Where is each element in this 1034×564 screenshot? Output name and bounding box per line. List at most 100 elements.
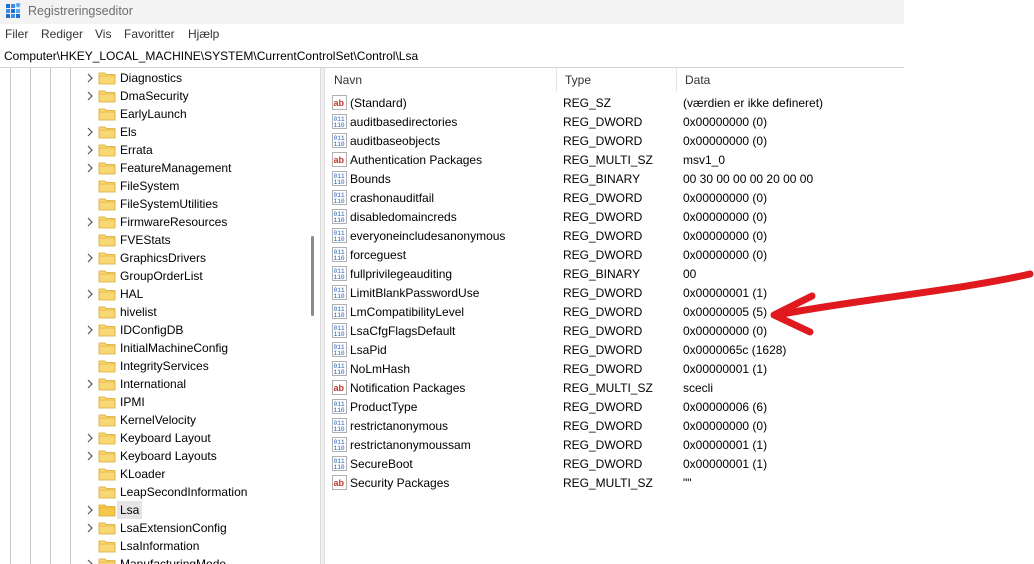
tree-item[interactable]: HAL [0,285,305,303]
tree-item-label: International [120,377,187,391]
tree-item[interactable]: hivelist [0,303,305,321]
tree-item[interactable]: Els [0,123,305,141]
tree-item[interactable]: Keyboard Layout [0,429,305,447]
chevron-right-icon[interactable] [84,504,96,516]
tree-item[interactable]: LsaExtensionConfig [0,519,305,537]
value-row[interactable]: 011 110 auditbasedirectories REG_DWORD 0x000… [326,112,904,131]
menu-help[interactable]: Hjælp [188,27,219,41]
folder-icon [98,162,116,175]
value-name: (Standard) [350,96,407,110]
tree-item[interactable]: FirmwareResources [0,213,305,231]
value-row[interactable]: 011 110 NoLmHash REG_DWORD 0x00000001 (1) [326,359,904,378]
tree-item[interactable]: IDConfigDB [0,321,305,339]
address-bar[interactable]: Computer\HKEY_LOCAL_MACHINE\SYSTEM\Curre… [0,46,904,68]
folder-icon [98,144,116,157]
chevron-right-icon[interactable] [84,72,96,84]
menu-file[interactable]: Filer [5,27,28,41]
value-data: scecli [683,381,714,395]
string-value-icon: ab [332,152,347,167]
value-row[interactable]: 011 110 disabledomaincreds REG_DWORD 0x00000… [326,207,904,226]
value-name: LmCompatibilityLevel [350,305,465,319]
tree-item[interactable]: Diagnostics [0,69,305,87]
value-row[interactable]: 011 110 everyoneincludesanonymous REG_DWORD… [326,226,904,245]
tree-item[interactable]: EarlyLaunch [0,105,305,123]
folder-icon [98,396,116,409]
value-row[interactable]: 011 110 auditbaseobjects REG_DWORD 0x0000000… [326,131,904,150]
tree-item[interactable]: KLoader [0,465,305,483]
folder-icon [98,450,116,463]
chevron-right-icon[interactable] [84,378,96,390]
tree-item[interactable]: FileSystem [0,177,305,195]
tree-item[interactable]: KernelVelocity [0,411,305,429]
tree-item[interactable]: FeatureManagement [0,159,305,177]
key-tree-pane[interactable]: Diagnostics DmaSecurity EarlyLaunch Els Erra… [0,68,320,564]
menu-edit[interactable]: Rediger [41,27,83,41]
tree-item[interactable]: FileSystemUtilities [0,195,305,213]
folder-icon [98,180,116,193]
svg-text:110: 110 [334,312,345,319]
value-row[interactable]: 011 110 ProductType REG_DWORD 0x00000006 (6) [326,397,904,416]
tree-item-label: KLoader [120,467,166,481]
chevron-right-icon[interactable] [84,162,96,174]
svg-text:110: 110 [334,255,345,262]
value-data: 0x0000065c (1628) [683,343,787,357]
column-header-name[interactable]: Navn [326,68,557,92]
tree-item[interactable]: Errata [0,141,305,159]
column-header-type[interactable]: Type [557,68,677,92]
folder-icon [98,540,116,553]
column-header-data[interactable]: Data [677,68,904,92]
tree-item-label: FeatureManagement [120,161,232,175]
chevron-right-icon[interactable] [84,252,96,264]
tree-item[interactable]: LsaInformation [0,537,305,555]
chevron-right-icon[interactable] [84,288,96,300]
tree-item-label: FVEStats [120,233,171,247]
tree-item[interactable]: LeapSecondInformation [0,483,305,501]
svg-text:110: 110 [334,236,345,243]
value-row[interactable]: 011 110 crashonauditfail REG_DWORD 0x0000000… [326,188,904,207]
tree-item[interactable]: ManufacturingMode [0,555,305,564]
tree-item[interactable]: DmaSecurity [0,87,305,105]
tree-item[interactable]: IntegrityServices [0,357,305,375]
chevron-right-icon[interactable] [84,126,96,138]
value-row[interactable]: ab Notification Packages REG_MULTI_SZ scecl… [326,378,904,397]
menu-view[interactable]: Vis [95,27,111,41]
chevron-right-icon[interactable] [84,450,96,462]
tree-item[interactable]: GroupOrderList [0,267,305,285]
chevron-right-icon[interactable] [84,432,96,444]
value-row[interactable]: ab (Standard) REG_SZ (værdien er ikke defin… [326,93,904,112]
pane-splitter[interactable] [320,68,325,564]
tree-item[interactable]: GraphicsDrivers [0,249,305,267]
string-value-icon: ab [332,475,347,490]
chevron-right-icon[interactable] [84,324,96,336]
chevron-right-icon[interactable] [84,90,96,102]
value-data: 0x00000000 (0) [683,115,768,129]
binary-value-icon: 011110 [332,114,347,129]
tree-item[interactable]: Lsa [0,501,305,519]
menu-favorites[interactable]: Favoritter [124,27,175,41]
tree-item[interactable]: FVEStats [0,231,305,249]
title-bar[interactable]: Registreringseditor [0,0,904,24]
chevron-right-icon[interactable] [84,144,96,156]
chevron-right-icon[interactable] [84,522,96,534]
tree-scroll-thumb[interactable] [311,236,314,316]
tree-scrollbar[interactable] [305,68,320,564]
tree-item[interactable]: International [0,375,305,393]
tree-item-label: DmaSecurity [120,89,189,103]
value-row[interactable]: ab Security Packages REG_MULTI_SZ "" [326,473,904,492]
value-row[interactable]: 011 110 Bounds REG_BINARY 00 30 00 00 00 20 … [326,169,904,188]
tree-item-label: ManufacturingMode [120,557,227,564]
value-row[interactable]: 011 110 SecureBoot REG_DWORD 0x00000001 (1) [326,454,904,473]
tree-item[interactable]: Keyboard Layouts [0,447,305,465]
value-row[interactable]: 011 110 LsaPid REG_DWORD 0x0000065c (1628) [326,340,904,359]
tree-item[interactable]: InitialMachineConfig [0,339,305,357]
value-name: ProductType [350,400,418,414]
chevron-right-icon[interactable] [84,216,96,228]
folder-icon [98,324,116,337]
value-row[interactable]: 011 110 restrictanonymoussam REG_DWORD 0x000… [326,435,904,454]
tree-item[interactable]: IPMI [0,393,305,411]
folder-icon [98,198,116,211]
chevron-right-icon[interactable] [84,558,96,564]
value-row[interactable]: ab Authentication Packages REG_MULTI_SZ msv… [326,150,904,169]
address-path[interactable]: Computer\HKEY_LOCAL_MACHINE\SYSTEM\Curre… [4,49,418,63]
value-row[interactable]: 011 110 restrictanonymous REG_DWORD 0x000000… [326,416,904,435]
